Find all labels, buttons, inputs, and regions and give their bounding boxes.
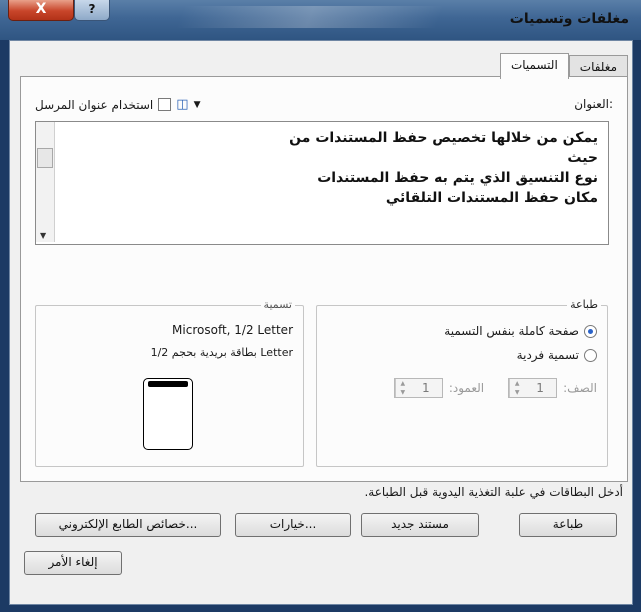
info-text: أدخل البطاقات في علبة التغذية اليدوية قب… (364, 485, 623, 499)
address-book-icon[interactable]: ◫ (176, 97, 188, 112)
labels-panel: العنوان: استخدام عنوان المرسل ◫ ▼ ▼ يمكن… (20, 76, 628, 537)
return-address-checkbox[interactable] (158, 98, 172, 111)
new-document-button[interactable]: مستند جديد (361, 513, 479, 537)
column-stepper[interactable]: ▲ ▼ 1 (393, 378, 443, 398)
spin-arrows-icon[interactable]: ▲ ▼ (509, 379, 524, 397)
full-page-option[interactable]: صفحة كاملة بنفس التسمية (444, 324, 597, 338)
epostage-button[interactable]: خصائص الطابع الإلكتروني... (35, 513, 221, 537)
full-page-radio[interactable] (584, 324, 597, 338)
address-line: حيث (567, 150, 598, 166)
scrollbar-thumb[interactable] (37, 148, 53, 168)
single-label-label: تسمية فردية (516, 348, 579, 362)
single-label-radio[interactable] (584, 348, 597, 362)
row-stepper[interactable]: ▲ ▼ 1 (508, 378, 558, 398)
scroll-down-icon[interactable]: ▼ (40, 231, 46, 240)
tab-strip: مغلفات التسميات (499, 53, 628, 79)
label-description: بطاقة بريدية بحجم 1/2 Letter (150, 346, 293, 359)
print-button[interactable]: طباعة (519, 513, 617, 537)
column-label: العمود: (448, 381, 485, 395)
row-value[interactable]: 1 (524, 379, 556, 397)
label-group-title: تسمية (260, 298, 295, 311)
row-label: الصف: (563, 381, 597, 395)
label-group[interactable]: تسمية Microsoft, 1/2 Letter بطاقة بريدية… (35, 298, 304, 467)
address-textarea[interactable]: ▼ يمكن من خلالها تخصيص حفظ المستندات من … (35, 121, 609, 245)
title-bar: X ? مغلفات وتسميات (0, 0, 641, 40)
cancel-button[interactable]: إلغاء الأمر (24, 551, 122, 575)
address-label: العنوان: (574, 97, 613, 111)
address-line: يمكن من خلالها تخصيص حفظ المستندات من (289, 130, 598, 146)
return-address-label: استخدام عنوان المرسل (35, 97, 154, 112)
close-button[interactable]: X (8, 0, 74, 21)
label-preview[interactable] (143, 378, 193, 450)
return-address-control: استخدام عنوان المرسل ◫ ▼ (35, 97, 200, 112)
full-page-label: صفحة كاملة بنفس التسمية (444, 324, 579, 338)
options-button[interactable]: خيارات... (235, 513, 351, 537)
row-column-controls: الصف: ▲ ▼ 1 العمود: ▲ ▼ 1 (393, 378, 597, 398)
tab-labels[interactable]: التسميات (499, 53, 569, 79)
dialog-body: مغلفات التسميات العنوان: استخدام عنوان ا… (9, 40, 633, 605)
address-scrollbar[interactable]: ▼ (36, 122, 55, 242)
column-value[interactable]: 1 (410, 379, 442, 397)
address-text: يمكن من خلالها تخصيص حفظ المستندات من حي… (66, 128, 598, 208)
address-line: نوع التنسيق الذي يتم به حفظ المستندات (317, 170, 598, 186)
print-group-title: طباعة (567, 298, 601, 311)
window-title: مغلفات وتسميات (509, 11, 629, 27)
spin-arrows-icon[interactable]: ▲ ▼ (394, 379, 410, 397)
label-product: Microsoft, 1/2 Letter (172, 323, 293, 337)
tab-envelopes[interactable]: مغلفات (568, 55, 628, 78)
help-button[interactable]: ? (74, 0, 110, 21)
print-group: طباعة صفحة كاملة بنفس التسمية تسمية فردي… (316, 298, 608, 467)
address-line: مكان حفظ المستندات التلقائي (385, 190, 598, 206)
chevron-down-icon[interactable]: ▼ (194, 100, 201, 110)
single-label-option[interactable]: تسمية فردية (517, 348, 597, 362)
